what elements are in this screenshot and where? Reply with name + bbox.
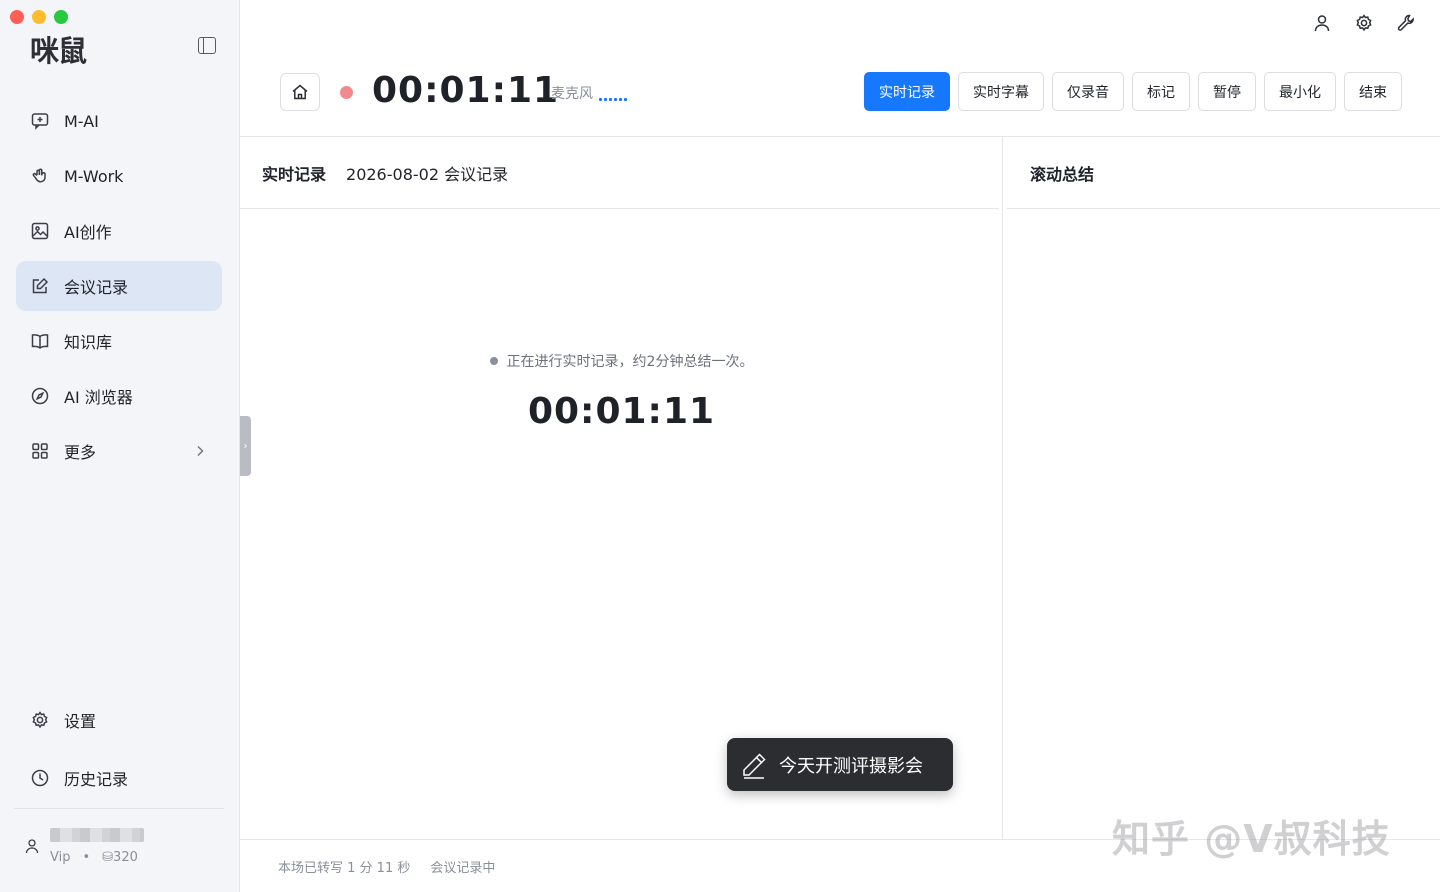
transcribed-duration: 本场已转写 1 分 11 秒	[278, 860, 411, 876]
sidebar-item-settings[interactable]: 设置	[16, 695, 222, 745]
meeting-title[interactable]: 2026-08-02 会议记录	[346, 161, 508, 185]
sidebar-item-history[interactable]: 历史记录	[16, 753, 222, 803]
sidebar-item-label: 设置	[64, 712, 97, 731]
pane-title: 实时记录	[262, 164, 327, 184]
sidebar-item-label: 历史记录	[64, 770, 129, 789]
user-meta: Vip • ⛁320	[50, 850, 138, 865]
user-level: Vip	[50, 850, 71, 865]
zoom-window-button[interactable]	[54, 10, 68, 24]
recording-indicator	[340, 86, 353, 99]
recording-header: 00:01:11 麦克风 实时记录 实时字幕 仅录音 标记 暂停 最小化 结束	[240, 60, 1440, 137]
watermark: 知乎 @V叔科技	[1112, 817, 1391, 861]
home-button[interactable]	[280, 73, 320, 111]
pane-title: 滚动总结	[1030, 164, 1095, 184]
pencil-icon	[743, 752, 766, 779]
user-points: ⛁320	[102, 850, 138, 865]
book-icon	[30, 331, 50, 351]
live-record-pane-header: 实时记录 2026-08-02 会议记录	[240, 137, 999, 209]
sidebar-item-label: M-Work	[64, 166, 124, 186]
grid-icon	[30, 441, 50, 461]
sidebar-item-more[interactable]: 更多	[16, 426, 222, 476]
clock-icon	[30, 768, 50, 788]
sidebar-item-label: 知识库	[64, 333, 113, 352]
user-icon	[25, 839, 39, 854]
sidebar-item-ai-create[interactable]: AI创作	[16, 206, 222, 256]
status-dot-icon	[489, 357, 498, 365]
audio-only-button[interactable]: 仅录音	[1052, 72, 1124, 111]
recording-timer: 00:01:11	[372, 70, 560, 111]
home-icon	[292, 84, 308, 100]
recording-status: 正在进行实时记录，约2分钟总结一次。	[240, 351, 1003, 371]
chevron-right-icon	[197, 446, 204, 456]
sidebar-nav: M-AI M-Work AI创作 会议记录 知识库 AI 浏览器 更多	[16, 96, 222, 481]
compass-icon	[30, 386, 50, 406]
sidebar-item-label: M-AI	[64, 111, 99, 131]
edit-note-icon	[30, 276, 50, 296]
recording-state: 会议记录中	[430, 860, 496, 876]
image-icon	[30, 221, 50, 241]
elapsed-timer: 00:01:11	[527, 391, 716, 432]
mic-level-icon	[599, 98, 627, 101]
app-logo: 咪鼠	[30, 34, 87, 68]
pause-button[interactable]: 暂停	[1198, 72, 1256, 111]
sidebar-item-label: 会议记录	[64, 278, 129, 297]
gear-icon	[30, 710, 50, 730]
live-record-pane: 实时记录 2026-08-02 会议记录 正在进行实时记录，约2分钟总结一次。 …	[240, 137, 1003, 839]
end-button[interactable]: 结束	[1344, 72, 1402, 111]
wrench-icon[interactable]	[1396, 13, 1416, 33]
sidebar-toggle-icon[interactable]	[198, 37, 216, 54]
sidebar-item-meeting-notes[interactable]: 会议记录	[16, 261, 222, 311]
window-controls	[10, 10, 68, 24]
chat-plus-icon	[30, 111, 50, 131]
minimize-window-button[interactable]	[32, 10, 46, 24]
sidebar-divider	[14, 808, 224, 809]
settings-icon[interactable]	[1354, 13, 1374, 33]
rolling-summary-pane: 滚动总结	[1004, 137, 1440, 839]
toast-text: 今天开测评摄影会	[779, 755, 923, 777]
mark-button[interactable]: 标记	[1132, 72, 1190, 111]
sidebar-bottom-nav: 设置 历史记录	[16, 695, 222, 811]
separator-dot: •	[82, 850, 91, 865]
sidebar-item-ai-browser[interactable]: AI 浏览器	[16, 371, 222, 421]
recording-actions: 实时记录 实时字幕 仅录音 标记 暂停 最小化 结束	[864, 72, 1402, 111]
top-toolbar	[1312, 13, 1416, 33]
sidebar-item-m-ai[interactable]: M-AI	[16, 96, 222, 146]
sidebar-item-m-work[interactable]: M-Work	[16, 151, 222, 201]
sidebar-item-label: AI 浏览器	[64, 388, 133, 407]
sidebar-item-label: 更多	[64, 443, 97, 462]
rolling-summary-header: 滚动总结	[1007, 137, 1440, 209]
hand-icon	[30, 166, 50, 186]
sidebar: 咪鼠 M-AI M-Work AI创作 会议记录 知识库 AI 浏览器 更多 设…	[0, 0, 240, 892]
account-icon[interactable]	[1312, 13, 1332, 33]
sidebar-item-knowledge-base[interactable]: 知识库	[16, 316, 222, 366]
sidebar-item-label: AI创作	[64, 223, 112, 242]
live-record-button[interactable]: 实时记录	[864, 72, 950, 111]
status-text: 正在进行实时记录，约2分钟总结一次。	[506, 354, 754, 370]
user-name-redacted	[50, 828, 144, 842]
live-subtitle-button[interactable]: 实时字幕	[958, 72, 1044, 111]
close-window-button[interactable]	[10, 10, 24, 24]
transcript-toast[interactable]: 今天开测评摄影会	[727, 738, 953, 791]
minimize-button[interactable]: 最小化	[1264, 72, 1336, 111]
microphone-label: 麦克风	[551, 86, 593, 102]
